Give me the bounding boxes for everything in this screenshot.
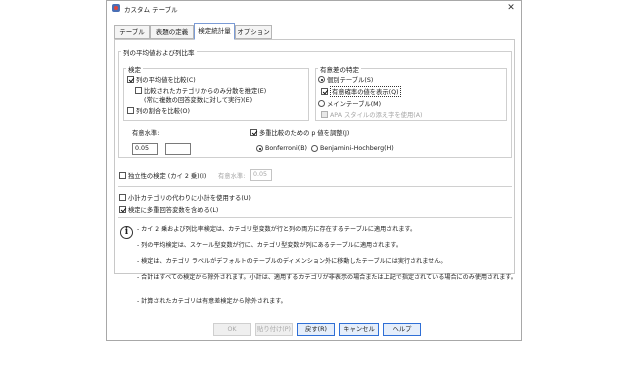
independence-label: 独立性の検定 (カイ 2 乗)(I) bbox=[128, 173, 207, 180]
estimate-variance-check[interactable] bbox=[135, 87, 142, 94]
benjamini-label: Benjamini-Hochberg(H) bbox=[320, 145, 394, 152]
show-pvalue-check[interactable] bbox=[321, 88, 328, 95]
adjust-pvalues-checkbox[interactable]: 多重比較のための p 値を調整(J) bbox=[250, 128, 349, 137]
compare-proportions-checkbox[interactable]: 列の割合を比較(O) bbox=[127, 106, 190, 115]
separator-2 bbox=[118, 217, 512, 218]
test-statistics-panel: 列の平均値および列比率 検定 列の平均値を比較(C) 比較されたカテゴリからのみ… bbox=[114, 39, 515, 274]
info-note-4: - 合計はすべての検定から除外されます。小計は、適用するカテゴリが非表示の場合ま… bbox=[137, 274, 517, 281]
significance-level-input-1[interactable]: 0.05 bbox=[132, 143, 158, 155]
close-icon[interactable]: ✕ bbox=[505, 2, 517, 14]
show-pvalue-checkbox[interactable]: 有意確率の値を表示(Q) bbox=[321, 86, 401, 97]
app-icon bbox=[112, 4, 120, 12]
tab-table[interactable]: テーブル bbox=[114, 25, 150, 39]
info-note-5: - 計算されたカテゴリは有意差検定から除外されます。 bbox=[137, 298, 287, 305]
independence-checkbox[interactable]: 独立性の検定 (カイ 2 乗)(I) bbox=[119, 171, 206, 180]
tab-options[interactable]: オプション bbox=[235, 25, 272, 39]
adjust-pvalues-check[interactable] bbox=[250, 129, 257, 136]
independence-check[interactable] bbox=[119, 172, 126, 179]
compare-means-label: 列の平均値を比較(C) bbox=[136, 77, 196, 84]
adjust-pvalues-label: 多重比較のための p 値を調整(J) bbox=[259, 130, 350, 137]
compare-proportions-label: 列の割合を比較(O) bbox=[136, 108, 190, 115]
independence-sig-input[interactable]: 0.05 bbox=[250, 169, 272, 181]
significance-level-label: 有意水準: bbox=[132, 130, 160, 137]
use-subtotals-check[interactable] bbox=[119, 194, 126, 201]
info-icon: i bbox=[120, 226, 133, 239]
paste-button[interactable]: 貼り付け(P) bbox=[255, 323, 293, 336]
estimate-variance-checkbox[interactable]: 比較されたカテゴリからのみ分散を推定(E) bbox=[135, 86, 266, 95]
info-note-3: - 検定は、カテゴリ ラベルがデフォルトのテーブルのディメンション外に移動したテ… bbox=[137, 258, 447, 265]
separator-1 bbox=[118, 186, 512, 187]
use-subtotals-checkbox[interactable]: 小計カテゴリの代わりに小計を使用する(U) bbox=[119, 193, 251, 202]
custom-tables-dialog: カスタム テーブル ✕ テーブル 表題の定義 検定統計量 オプション 列の平均値… bbox=[106, 0, 522, 341]
separate-tables-radio[interactable]: 個別テーブル(S) bbox=[318, 75, 373, 84]
independence-sig-label: 有意水準: bbox=[218, 173, 246, 180]
column-means-group-title: 列の平均値および列比率 bbox=[121, 47, 197, 57]
title-bar: カスタム テーブル ✕ bbox=[107, 1, 521, 15]
info-note-1: - カイ 2 乗および列比率検定は、カテゴリ型変数が行と列の両方に存在するテーブ… bbox=[137, 226, 417, 233]
ok-button[interactable]: OK bbox=[213, 323, 251, 336]
window-title: カスタム テーブル bbox=[124, 6, 178, 14]
main-table-label: メインテーブル(M) bbox=[327, 101, 382, 108]
include-multiple-checkbox[interactable]: 検定に多重回答変数を含める(L) bbox=[119, 205, 218, 214]
show-pvalue-label: 有意確率の値を表示(Q) bbox=[330, 86, 401, 97]
benjamini-radio[interactable]: Benjamini-Hochberg(H) bbox=[311, 145, 394, 152]
estimate-variance-note: (常に複数の回答変数に対して実行)(E) bbox=[144, 97, 253, 104]
test-group-title: 検定 bbox=[126, 64, 143, 74]
compare-proportions-check[interactable] bbox=[127, 107, 134, 114]
reset-button[interactable]: 戻す(R) bbox=[297, 323, 335, 336]
separate-tables-label: 個別テーブル(S) bbox=[327, 77, 374, 84]
apa-style-label: APA スタイルの添え字を使用(A) bbox=[330, 112, 423, 119]
compare-means-check[interactable] bbox=[127, 76, 134, 83]
estimate-variance-label: 比較されたカテゴリからのみ分散を推定(E) bbox=[144, 88, 267, 95]
bonferroni-label: Bonferroni(B) bbox=[265, 145, 308, 152]
include-multiple-check[interactable] bbox=[119, 206, 126, 213]
compare-means-checkbox[interactable]: 列の平均値を比較(C) bbox=[127, 75, 196, 84]
main-table-radio-dot[interactable] bbox=[318, 100, 325, 107]
benjamini-radio-dot[interactable] bbox=[311, 145, 318, 152]
info-note-2: - 列の平均検定は、スケール型変数が行に、カテゴリ型変数が列にあるテーブルに適用… bbox=[137, 242, 403, 249]
separate-tables-radio-dot[interactable] bbox=[318, 76, 325, 83]
bonferroni-radio-dot[interactable] bbox=[256, 145, 263, 152]
help-button[interactable]: ヘルプ bbox=[383, 323, 421, 336]
tab-titles[interactable]: 表題の定義 bbox=[150, 25, 194, 39]
include-multiple-label: 検定に多重回答変数を含める(L) bbox=[128, 207, 219, 214]
tab-test-statistics[interactable]: 検定統計量 bbox=[194, 23, 235, 40]
bonferroni-radio[interactable]: Bonferroni(B) bbox=[256, 145, 307, 152]
use-subtotals-label: 小計カテゴリの代わりに小計を使用する(U) bbox=[128, 195, 251, 202]
significance-level-input-2[interactable] bbox=[165, 143, 191, 155]
main-table-radio[interactable]: メインテーブル(M) bbox=[318, 99, 381, 108]
apa-style-check[interactable] bbox=[321, 111, 328, 118]
cancel-button[interactable]: キャンセル bbox=[339, 323, 379, 336]
significance-group-title: 有意差の特定 bbox=[318, 64, 361, 74]
apa-style-checkbox[interactable]: APA スタイルの添え字を使用(A) bbox=[321, 110, 423, 119]
